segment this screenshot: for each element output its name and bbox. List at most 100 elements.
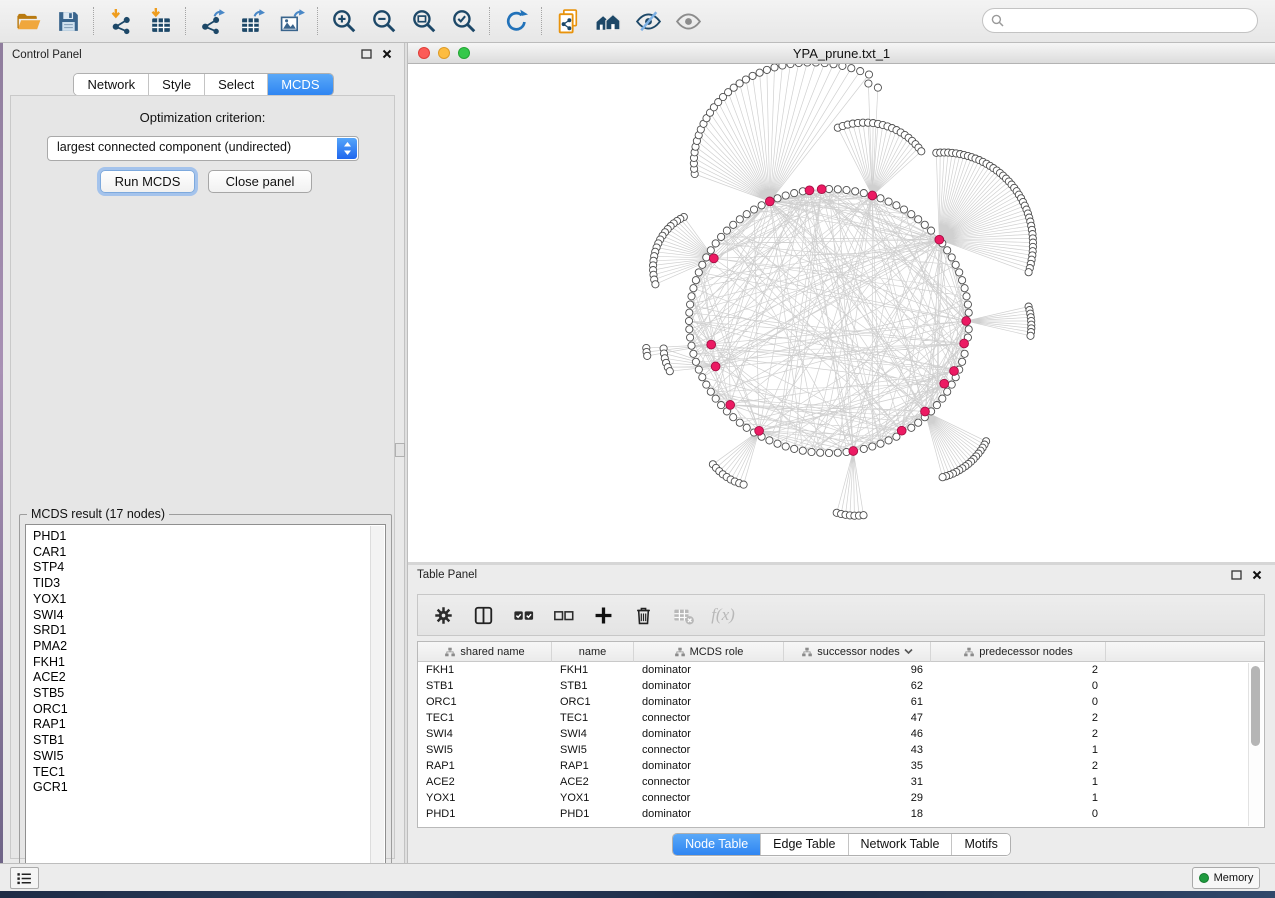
network-node[interactable] (644, 352, 651, 359)
column-header-shared-name[interactable]: shared name (418, 642, 552, 662)
mcds-hub-node[interactable] (962, 317, 971, 326)
tab-node-table[interactable]: Node Table (673, 834, 761, 855)
network-node[interactable] (893, 202, 900, 209)
mcds-result-item[interactable]: PMA2 (33, 639, 68, 655)
table-row[interactable]: ORC1ORC1dominator610 (418, 694, 1264, 710)
network-node[interactable] (750, 206, 757, 213)
network-node[interactable] (959, 277, 966, 284)
mcds-result-list[interactable]: PHD1CAR1STP4TID3YOX1SWI4SRD1PMA2FKH1ACE2… (25, 524, 386, 882)
network-node[interactable] (860, 190, 867, 197)
import-table-button[interactable] (140, 3, 180, 39)
network-node[interactable] (1025, 269, 1032, 276)
network-node[interactable] (964, 301, 971, 308)
table-scrollbar[interactable] (1248, 663, 1263, 826)
network-node[interactable] (948, 254, 955, 261)
network-node[interactable] (749, 72, 756, 79)
network-node[interactable] (908, 424, 915, 431)
network-node[interactable] (825, 449, 832, 456)
network-node[interactable] (939, 395, 946, 402)
mcds-hub-node[interactable] (897, 426, 906, 435)
network-node[interactable] (782, 192, 789, 199)
settings-gear-button[interactable] (430, 602, 456, 628)
export-table-button[interactable] (232, 3, 272, 39)
network-node[interactable] (688, 342, 695, 349)
tab-mcds[interactable]: MCDS (268, 74, 332, 95)
mcds-hub-node[interactable] (849, 447, 858, 456)
zoom-out-button[interactable] (364, 3, 404, 39)
mcds-result-item[interactable]: STP4 (33, 560, 68, 576)
mcds-result-item[interactable]: TEC1 (33, 765, 68, 781)
memory-button[interactable]: Memory (1192, 867, 1260, 889)
network-node[interactable] (779, 64, 786, 69)
deselect-all-button[interactable] (550, 602, 576, 628)
network-node[interactable] (799, 447, 806, 454)
mcds-result-item[interactable]: STB5 (33, 686, 68, 702)
mcds-result-item[interactable]: PHD1 (33, 529, 68, 545)
mcds-result-item[interactable]: SWI4 (33, 608, 68, 624)
network-node[interactable] (771, 64, 778, 71)
mcds-hub-node[interactable] (765, 197, 774, 206)
network-node[interactable] (956, 269, 963, 276)
network-node[interactable] (852, 188, 859, 195)
network-node[interactable] (666, 368, 673, 375)
network-node[interactable] (718, 233, 725, 240)
network-node[interactable] (743, 211, 750, 218)
hide-selected-button[interactable] (628, 3, 668, 39)
network-node[interactable] (874, 84, 881, 91)
network-node[interactable] (848, 65, 855, 72)
select-all-button[interactable] (510, 602, 536, 628)
table-row[interactable]: SWI4SWI4dominator462 (418, 726, 1264, 742)
open-file-button[interactable] (8, 3, 48, 39)
network-node[interactable] (736, 419, 743, 426)
search-input[interactable] (1009, 13, 1249, 29)
delete-row-button[interactable] (630, 602, 656, 628)
table-row[interactable]: RAP1RAP1dominator352 (418, 758, 1264, 774)
share-document-button[interactable] (548, 3, 588, 39)
mcds-result-item[interactable]: YOX1 (33, 592, 68, 608)
network-node[interactable] (885, 198, 892, 205)
network-node[interactable] (692, 277, 699, 284)
mcds-hub-node[interactable] (940, 379, 949, 388)
table-row[interactable]: PHD1PHD1dominator180 (418, 806, 1264, 822)
close-icon[interactable] (382, 49, 392, 59)
table-row[interactable]: STB1STB1dominator620 (418, 678, 1264, 694)
mcds-hub-node[interactable] (709, 254, 718, 263)
network-node[interactable] (933, 402, 940, 409)
save-session-button[interactable] (48, 3, 88, 39)
zoom-fit-button[interactable] (404, 3, 444, 39)
network-node[interactable] (915, 419, 922, 426)
network-node[interactable] (690, 285, 697, 292)
network-node[interactable] (865, 80, 872, 87)
optimization-dropdown[interactable]: largest connected component (undirected) (47, 136, 359, 161)
network-node[interactable] (915, 216, 922, 223)
network-node[interactable] (857, 68, 864, 75)
zoom-selected-button[interactable] (444, 3, 484, 39)
network-node[interactable] (774, 440, 781, 447)
mcds-result-item[interactable]: SRD1 (33, 623, 68, 639)
task-list-button[interactable] (10, 867, 39, 889)
network-node[interactable] (774, 195, 781, 202)
network-node[interactable] (834, 186, 841, 193)
network-node[interactable] (730, 221, 737, 228)
network-node[interactable] (718, 402, 725, 409)
float-icon[interactable] (361, 49, 372, 59)
show-all-button[interactable] (668, 3, 708, 39)
network-node[interactable] (756, 69, 763, 76)
network-node[interactable] (830, 64, 837, 68)
mcds-result-item[interactable]: STB1 (33, 733, 68, 749)
network-node[interactable] (900, 206, 907, 213)
tab-style[interactable]: Style (149, 74, 205, 95)
add-row-button[interactable] (590, 602, 616, 628)
mcds-hub-node[interactable] (755, 426, 764, 435)
network-node[interactable] (928, 227, 935, 234)
tab-network[interactable]: Network (74, 74, 149, 95)
network-node[interactable] (808, 448, 815, 455)
tab-network-table[interactable]: Network Table (849, 834, 953, 855)
mcds-hub-node[interactable] (817, 185, 826, 194)
mcds-result-item[interactable]: TID3 (33, 576, 68, 592)
network-node[interactable] (812, 64, 819, 66)
mcds-result-item[interactable]: ACE2 (33, 670, 68, 686)
network-node[interactable] (699, 261, 706, 268)
network-node[interactable] (758, 202, 765, 209)
network-node[interactable] (712, 395, 719, 402)
